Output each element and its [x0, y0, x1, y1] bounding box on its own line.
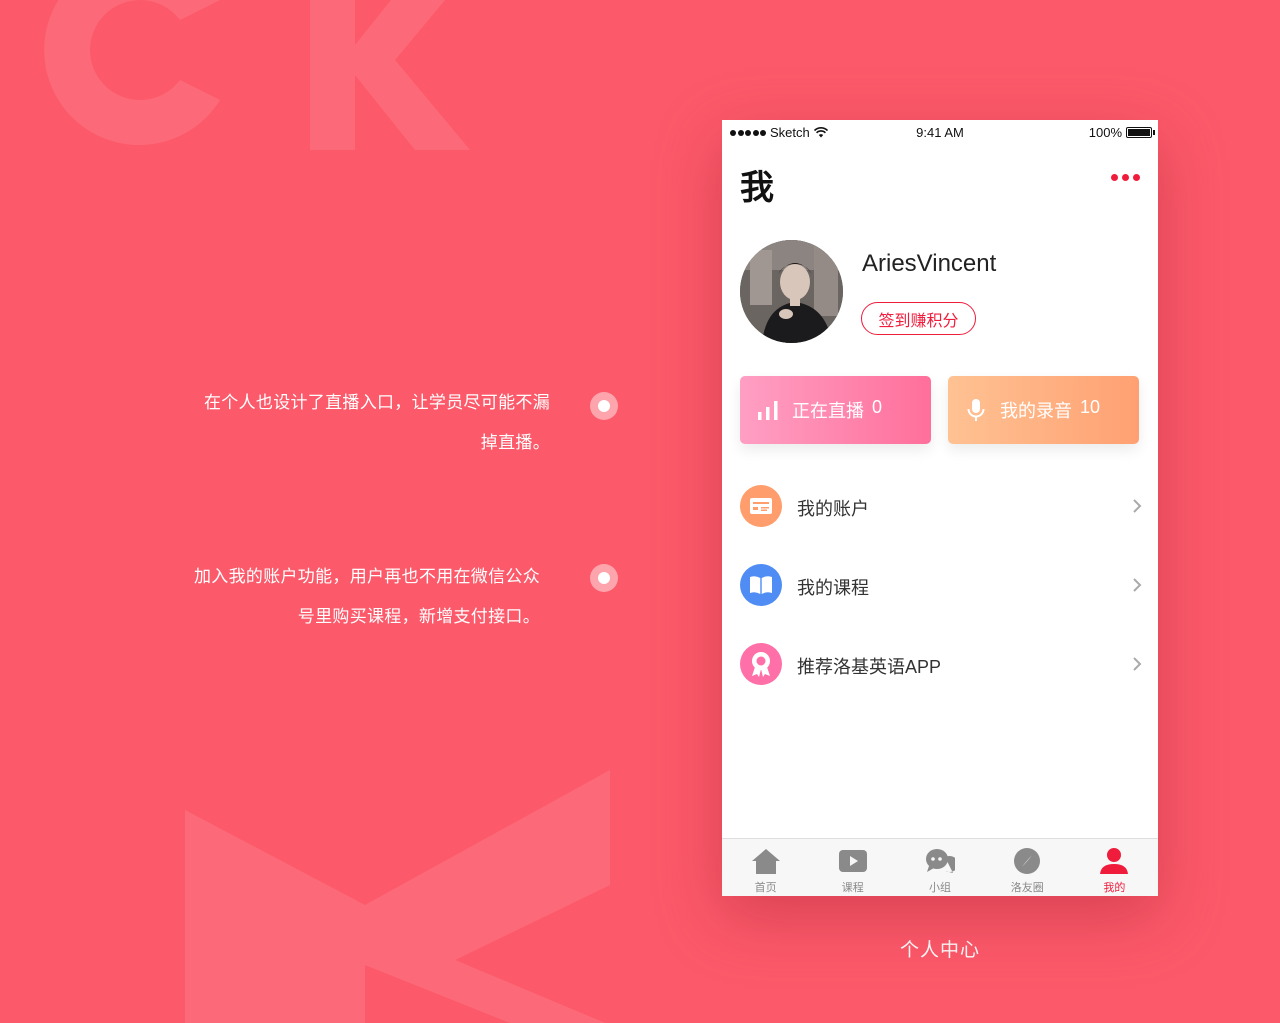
checkin-button[interactable]: 签到赚积分 — [861, 302, 976, 335]
play-icon — [838, 850, 867, 872]
tab-label: 我的 — [1103, 882, 1126, 894]
tab-home[interactable]: 首页 — [722, 839, 809, 896]
menu-item-account[interactable]: 我的账户 — [722, 476, 1158, 536]
more-dots-icon[interactable] — [1111, 174, 1140, 181]
avatar-image — [740, 240, 843, 343]
chat-icon — [926, 849, 955, 873]
annotation-line: 在个人也设计了直播入口，让学员尽可能不漏 — [204, 393, 550, 412]
menu-item-courses[interactable]: 我的课程 — [722, 555, 1158, 615]
tab-label: 首页 — [754, 882, 777, 894]
battery-icon — [1126, 127, 1155, 138]
annotation-account: 加入我的账户功能，用户再也不用在微信公众 号里购买课程，新增支付接口。 — [194, 566, 540, 646]
tab-bar: 首页 课程 小组 洛友圈 我的 — [722, 838, 1158, 896]
card-icon — [740, 485, 782, 527]
tab-courses[interactable]: 课程 — [809, 839, 896, 896]
menu-item-label: 推荐洛基英语APP — [797, 657, 942, 677]
chevron-right-icon — [1133, 657, 1142, 671]
tab-label: 小组 — [929, 882, 951, 894]
live-card-count: 0 — [872, 397, 883, 417]
annotation-line: 号里购买课程，新增支付接口。 — [297, 607, 540, 626]
compass-icon — [1014, 848, 1041, 874]
book-icon — [740, 564, 782, 606]
annotation-line: 掉直播。 — [480, 433, 550, 452]
home-icon — [751, 849, 780, 874]
page-title: 我 — [740, 169, 774, 207]
background-letter-k — [310, 0, 470, 150]
tab-circle[interactable]: 洛友圈 — [984, 839, 1071, 896]
status-right: 100% — [1088, 125, 1155, 140]
background-letter-k-rotated — [185, 770, 610, 1023]
badge-icon — [740, 643, 782, 685]
avatar[interactable] — [740, 240, 843, 343]
menu-item-label: 我的课程 — [797, 578, 869, 598]
annotation-live-entry: 在个人也设计了直播入口，让学员尽可能不漏 掉直播。 — [204, 392, 550, 472]
recording-card-label: 我的录音 — [1000, 401, 1072, 421]
tab-groups[interactable]: 小组 — [896, 839, 983, 896]
recording-card[interactable]: 我的录音 10 — [948, 376, 1139, 444]
annotation-line: 加入我的账户功能，用户再也不用在微信公众 — [194, 567, 540, 586]
bar-chart-icon — [758, 401, 778, 420]
background-letter-c — [44, 0, 220, 145]
menu-item-label: 我的账户 — [797, 499, 869, 519]
chevron-right-icon — [1133, 578, 1142, 592]
menu-item-recommend[interactable]: 推荐洛基英语APP — [722, 634, 1158, 694]
phone-screen: Sketch 9:41 AM 100% 我 AriesVincent 签到赚积分… — [722, 120, 1158, 896]
tab-label: 洛友圈 — [1010, 882, 1044, 894]
user-icon — [1100, 848, 1129, 874]
tab-me[interactable]: 我的 — [1071, 839, 1158, 896]
battery-percent: 100% — [1088, 125, 1122, 140]
annotation-dot — [590, 564, 618, 592]
chevron-right-icon — [1133, 499, 1142, 513]
annotation-dot — [590, 392, 618, 420]
recording-card-count: 10 — [1080, 397, 1101, 417]
live-card-label: 正在直播 — [792, 401, 864, 421]
tab-label: 课程 — [841, 882, 864, 894]
username: AriesVincent — [862, 250, 997, 277]
screen-caption: 个人中心 — [899, 940, 980, 961]
microphone-icon — [967, 399, 985, 421]
live-card[interactable]: 正在直播 0 — [740, 376, 931, 444]
status-bar: Sketch 9:41 AM 100% — [722, 120, 1158, 144]
